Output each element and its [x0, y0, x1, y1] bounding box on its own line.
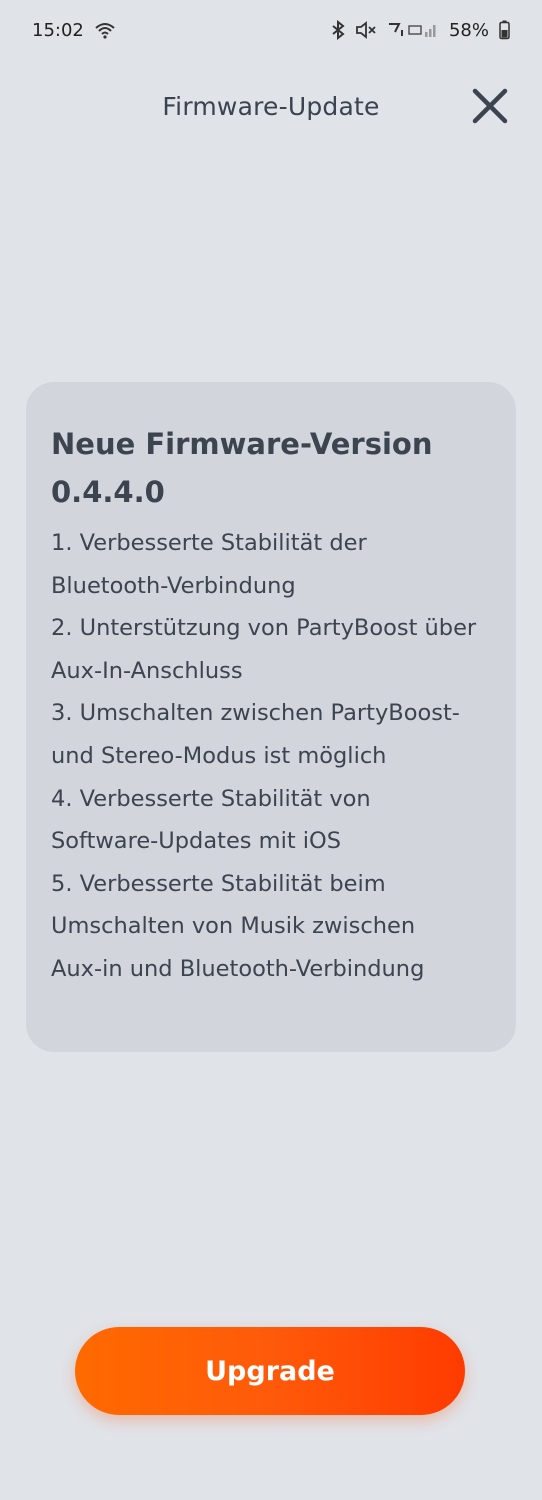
battery-percent: 58% [448, 19, 489, 41]
signal-icon [387, 20, 439, 40]
page-title: Firmware-Update [162, 91, 380, 121]
upgrade-button[interactable]: Upgrade [75, 1327, 465, 1415]
mute-icon [355, 20, 377, 40]
release-notes-list: 1. Verbesserte Stabilität der Bluetooth-… [51, 522, 491, 991]
status-right: 58% [331, 20, 510, 41]
release-note-item: 3. Umschalten zwischen PartyBoost- und S… [51, 700, 460, 769]
release-note-item: 4. Verbesserte Stabilität von Software-U… [51, 785, 371, 855]
release-note-item: 1. Verbesserte Stabilität der Bluetooth-… [51, 530, 367, 599]
status-bar: 15:02 58% [0, 0, 542, 60]
firmware-version-title: Neue Firmware-Version 0.4.4.0 [51, 427, 433, 509]
header: Firmware-Update [0, 70, 542, 142]
battery-icon [499, 20, 510, 40]
status-time: 15:02 [32, 19, 84, 41]
release-note-item: 5. Verbesserte Stabilität beim Umschalte… [51, 870, 425, 982]
bluetooth-icon [331, 20, 345, 40]
close-button[interactable] [468, 84, 512, 128]
release-note-item: 2. Unterstützung von PartyBoost über Aux… [51, 615, 477, 684]
status-left: 15:02 [32, 20, 116, 41]
release-notes-card: Neue Firmware-Version 0.4.4.0 1. Verbess… [26, 382, 516, 1052]
upgrade-button-label: Upgrade [205, 1355, 335, 1387]
wifi-icon [94, 21, 116, 39]
close-icon[interactable] [471, 87, 509, 125]
